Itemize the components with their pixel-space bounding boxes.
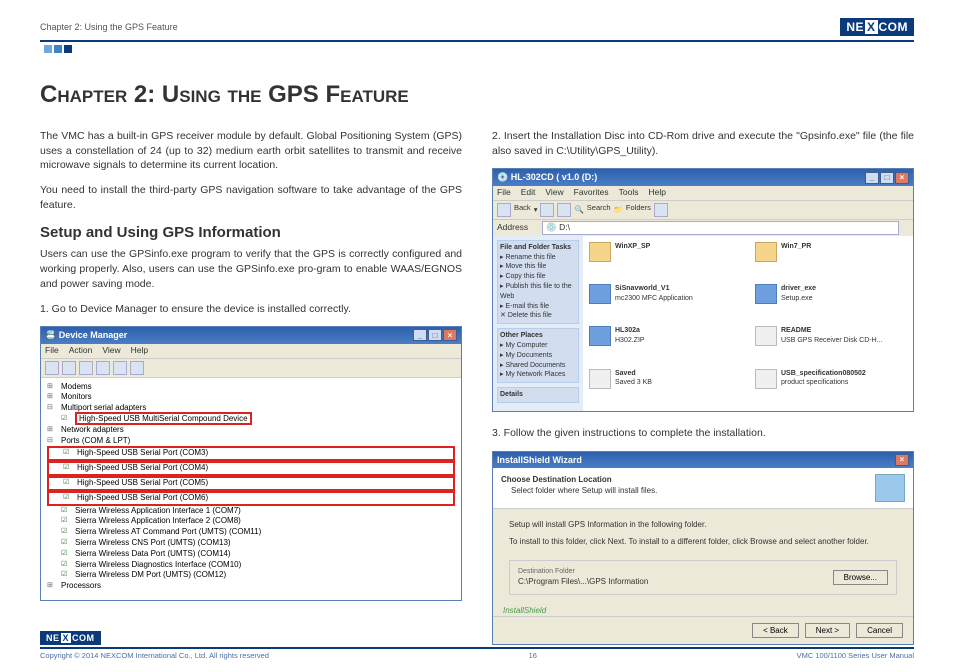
highlighted-port: High-Speed USB Serial Port (COM6) [47,491,455,506]
file-item[interactable]: SiSnavworld_V1mc2300 MFC Application [589,284,741,320]
explorer-sidebar: File and Folder Tasks ▸ Rename this file… [493,236,583,411]
address-bar[interactable]: 💿 D:\ [542,221,899,235]
step-2: 2. Insert the Installation Disc into CD-… [492,129,914,158]
file-item[interactable]: HL302aH302.ZIP [589,326,741,362]
menu-bar[interactable]: FileEditViewFavoritesToolsHelp [493,186,913,200]
intro-paragraph-2: You need to install the third-party GPS … [40,183,462,212]
tree-leaf: Sierra Wireless Application Interface 1 … [47,506,455,517]
highlighted-device: High-Speed USB MultiSerial Compound Devi… [75,412,252,425]
highlighted-port: High-Speed USB Serial Port (COM3) [47,446,455,461]
close-button[interactable]: × [895,172,909,184]
maximize-button[interactable]: □ [428,329,442,341]
file-item[interactable]: READMEUSB GPS Receiver Disk CD-H... [755,326,907,362]
tree-leaf: Sierra Wireless CNS Port (UMTS) (COM13) [47,538,455,549]
browse-button[interactable]: Browse... [833,570,888,585]
intro-paragraph-1: The VMC has a built-in GPS receiver modu… [40,129,462,173]
tree-leaf: Sierra Wireless Data Port (UMTS) (COM14) [47,549,455,560]
section-heading: Setup and Using GPS Information [40,222,462,243]
window-title: InstallShield Wizard [497,454,582,467]
tree-leaf: Sierra Wireless DM Port (UMTS) (COM12) [47,570,455,581]
tree-node: Monitors [47,392,455,403]
file-item[interactable]: USB_specification080502product specifica… [755,369,907,405]
address-label: Address [497,222,528,234]
window-title: 📇 Device Manager [45,329,127,342]
menu-bar[interactable]: FileActionViewHelp [41,344,461,358]
destination-label: Destination Folder [518,567,648,577]
decorative-squares [44,45,914,53]
file-item[interactable]: SavedSaved 3 KB [589,369,741,405]
folder-item[interactable]: Win7_PR [755,242,907,278]
highlighted-port: High-Speed USB Serial Port (COM4) [47,461,455,476]
device-tree[interactable]: Modems Monitors Multiport serial adapter… [41,378,461,600]
tree-node: Modems [47,382,455,393]
tree-node: Network adapters [47,425,455,436]
tree-leaf: Sierra Wireless Diagnostics Interface (C… [47,560,455,571]
wizard-icon [875,474,905,502]
step-1: 1. Go to Device Manager to ensure the de… [40,302,462,317]
section-intro: Users can use the GPSinfo.exe program to… [40,247,462,291]
explorer-toolbar[interactable]: Back ▾ 🔍 Search 📁 Folders [493,200,913,220]
close-button[interactable]: × [443,329,457,341]
manual-title: VMC 100/1100 Series User Manual [797,651,914,660]
window-title: 💿 HL-302CD ( v1.0 (D:) [497,171,597,184]
folder-item[interactable]: WinXP_SP [589,242,741,278]
tree-leaf: Sierra Wireless Application Interface 2 … [47,516,455,527]
logo-nexcom: NEXCOM [840,18,914,36]
footer-logo: NEXCOM [40,631,101,645]
wizard-text: Setup will install GPS Information in th… [509,519,897,530]
destination-path: C:\Program Files\...\GPS Information [518,576,648,587]
installshield-window: InstallShield Wizard × Choose Destinatio… [492,451,914,645]
highlighted-port: High-Speed USB Serial Port (COM5) [47,476,455,491]
tree-node: Processors [47,581,455,592]
device-manager-window: 📇 Device Manager _ □ × FileActionViewHel… [40,326,462,601]
close-button[interactable]: × [895,454,909,466]
page-title: Chapter 2: Using the GPS Feature [40,81,914,109]
maximize-button[interactable]: □ [880,172,894,184]
step-3: 3. Follow the given instructions to comp… [492,426,914,441]
minimize-button[interactable]: _ [865,172,879,184]
copyright: Copyright © 2014 NEXCOM International Co… [40,651,269,660]
wizard-subheading: Select folder where Setup will install f… [501,486,657,495]
tree-leaf: Sierra Wireless AT Command Port (UMTS) (… [47,527,455,538]
file-item[interactable]: driver_exeSetup.exe [755,284,907,320]
header-rule [40,40,914,42]
wizard-heading: Choose Destination Location [501,475,612,484]
chapter-breadcrumb: Chapter 2: Using the GPS Feature [40,22,178,32]
wizard-text: To install to this folder, click Next. T… [509,536,897,547]
explorer-window: 💿 HL-302CD ( v1.0 (D:) _ □ × FileEditVie… [492,168,914,412]
installshield-brand: InstallShield [493,605,913,616]
minimize-button[interactable]: _ [413,329,427,341]
tree-node: Ports (COM & LPT) [47,436,455,447]
page-number: 16 [529,651,537,660]
toolbar[interactable] [41,358,461,378]
